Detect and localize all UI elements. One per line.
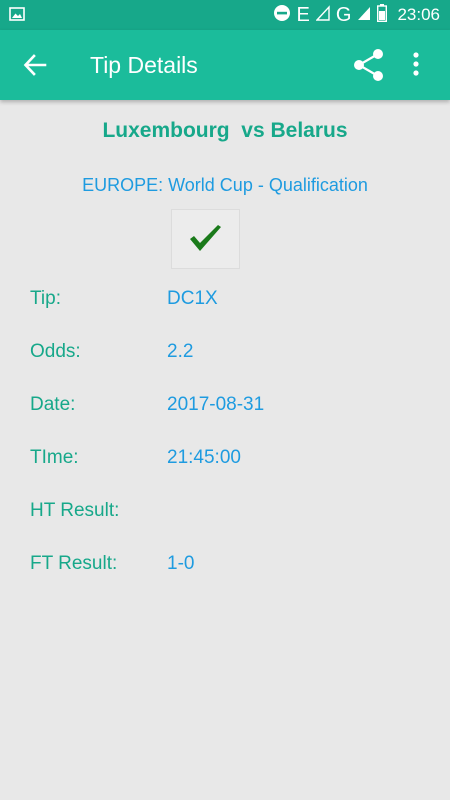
detail-label: TIme: [30, 447, 79, 468]
detail-row-date: Date: 2017-08-31 [30, 390, 430, 420]
network-type-label-2: G [335, 4, 352, 26]
network-type-label: E [296, 4, 310, 26]
app-bar: Tip Details [0, 30, 450, 100]
detail-value: DC1X [167, 288, 218, 309]
checkmark-icon [190, 225, 221, 251]
detail-row-ht-result: HT Result: [30, 496, 430, 526]
status-bar: E G 23:06 [0, 0, 450, 30]
detail-row-odds: Odds: 2.2 [30, 337, 430, 367]
back-arrow-icon[interactable] [22, 52, 48, 83]
detail-label: Odds: [30, 341, 81, 362]
signal-icon-2 [357, 5, 371, 26]
detail-value: 21:45:00 [167, 447, 241, 468]
detail-row-time: TIme: 21:45:00 [30, 443, 430, 473]
do-not-disturb-icon [273, 4, 291, 27]
detail-value: 2017-08-31 [167, 394, 265, 415]
more-options-icon[interactable] [412, 51, 420, 82]
detail-value: 2.2 [167, 341, 194, 362]
share-icon[interactable] [352, 48, 386, 87]
detail-label: HT Result: [30, 500, 120, 521]
detail-label: Tip: [30, 288, 61, 309]
detail-value: 1-0 [167, 553, 195, 574]
status-clock: 23:06 [397, 5, 440, 24]
detail-label: Date: [30, 394, 76, 415]
signal-icon [315, 4, 330, 26]
detail-row-tip: Tip: DC1X [30, 284, 430, 314]
detail-row-ft-result: FT Result: 1-0 [30, 549, 430, 579]
competition-name: EUROPE: World Cup - Qualification [82, 175, 368, 195]
detail-label: FT Result: [30, 553, 118, 574]
result-status-box [171, 209, 240, 269]
battery-icon [377, 3, 388, 27]
page-title: Tip Details [90, 52, 198, 78]
gallery-notification-icon [9, 7, 25, 26]
match-title: Luxembourg vs Belarus [102, 119, 348, 142]
